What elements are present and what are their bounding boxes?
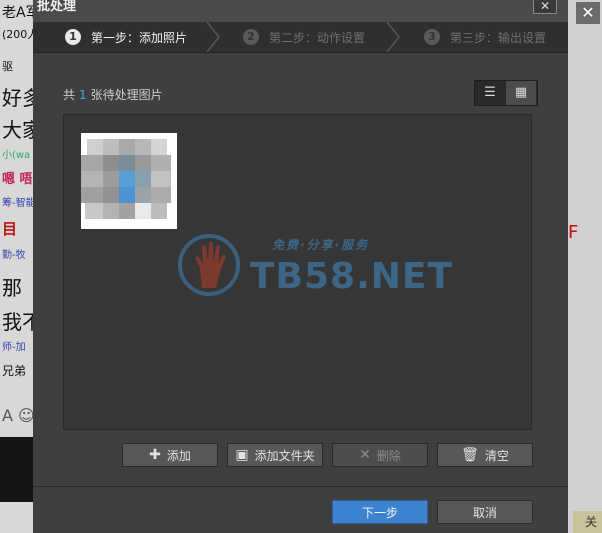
folder-add-icon: ▣ <box>235 447 249 463</box>
list-view-icon[interactable]: ☰ <box>475 81 505 105</box>
bg-chat-line: 兄弟 <box>2 364 27 378</box>
cross-icon: ✕ <box>359 447 371 463</box>
image-thumbnail[interactable] <box>81 133 177 229</box>
step-number: 2 <box>243 29 259 45</box>
grid-view-icon[interactable]: ▦ <box>506 81 536 105</box>
step-3: 3 第三步：输出设置 <box>424 22 546 52</box>
trash-icon: 🗑 <box>461 447 479 463</box>
step-label: 第三步：输出设置 <box>450 30 547 45</box>
bg-chat-line: 师-加 <box>2 342 26 353</box>
dialog-title: 批处理 <box>37 0 77 14</box>
bg-chat-line: 驱 <box>2 60 13 73</box>
bg-chat-line: 嗯 唔 <box>2 172 33 187</box>
bg-chat-line: 老A军 <box>2 5 34 21</box>
clear-button-label: 清空 <box>484 448 509 463</box>
add-folder-button-label: 添加文件夹 <box>254 448 315 463</box>
bg-chat-line: 我不 <box>2 310 34 334</box>
delete-button-label: 删除 <box>376 448 401 463</box>
step-chevron-icon <box>206 22 220 52</box>
watermark-hand-icon <box>195 242 226 288</box>
pending-count: 共 1 张待处理图片 <box>63 86 163 103</box>
bg-chat-line: 目 <box>2 220 18 238</box>
step-1: 1 第一步：添加照片 <box>65 22 187 52</box>
dialog-titlebar[interactable]: 批处理 ✕ <box>33 0 568 22</box>
add-button-label: 添加 <box>166 448 191 463</box>
add-folder-button[interactable]: ▣ 添加文件夹 <box>227 443 323 467</box>
bg-chat-line: 大家 <box>2 118 34 142</box>
bg-chat-line: 好多 <box>2 86 34 110</box>
bg-chat-toolbar: A ☺ <box>2 406 34 425</box>
count-prefix: 共 <box>63 88 76 102</box>
step-label: 第二步：动作设置 <box>269 30 366 45</box>
pixelated-image <box>81 133 177 229</box>
bg-video-area <box>0 437 34 502</box>
bg-chat-line: (200人 <box>2 28 34 41</box>
step-indicator: 1 第一步：添加照片 2 第二步：动作设置 3 第三步：输出设置 <box>33 22 568 53</box>
plus-icon: ✚ <box>149 447 161 463</box>
clear-button[interactable]: 🗑 清空 <box>437 443 533 467</box>
step-2: 2 第二步：动作设置 <box>243 22 365 52</box>
footer-divider <box>33 486 568 487</box>
count-suffix: 张待处理图片 <box>90 88 163 102</box>
watermark-text: TB58.NET <box>250 256 454 297</box>
background-right-panel: F <box>568 0 602 533</box>
count-value: 1 <box>79 88 87 102</box>
site-watermark: 免费·分享·服务 TB58.NET <box>178 232 452 302</box>
cancel-button[interactable]: 取消 <box>437 500 533 524</box>
dialog-close-button[interactable]: ✕ <box>533 0 557 14</box>
watermark-slogan: 免费·分享·服务 <box>272 238 370 252</box>
bg-bottom-button[interactable]: 关 <box>573 511 602 533</box>
bg-chat-line: 筹-智能 <box>2 198 34 209</box>
bg-right-glyph: F <box>568 222 579 243</box>
view-toggle: ☰ ▦ <box>474 80 538 106</box>
step-number: 3 <box>424 29 440 45</box>
bg-chat-line: 那 <box>2 276 22 300</box>
bg-close-icon[interactable]: ✕ <box>576 2 600 24</box>
add-button[interactable]: ✚ 添加 <box>122 443 218 467</box>
batch-process-dialog: 批处理 ✕ 1 第一步：添加照片 2 第二步：动作设置 3 第三步：输出设置 共… <box>33 0 568 533</box>
bg-chat-line: 勤-牧 <box>2 250 26 261</box>
step-chevron-icon <box>386 22 400 52</box>
step-number: 1 <box>65 29 81 45</box>
delete-button[interactable]: ✕ 删除 <box>332 443 428 467</box>
background-chat-panel: 老A军 (200人 驱 好多 大家 小(wa 嗯 唔 筹-智能 目 勤-牧 那 … <box>0 0 34 533</box>
next-step-button[interactable]: 下一步 <box>332 500 428 524</box>
bg-chat-line: 小(wa <box>2 150 31 161</box>
step-label: 第一步：添加照片 <box>91 30 188 45</box>
